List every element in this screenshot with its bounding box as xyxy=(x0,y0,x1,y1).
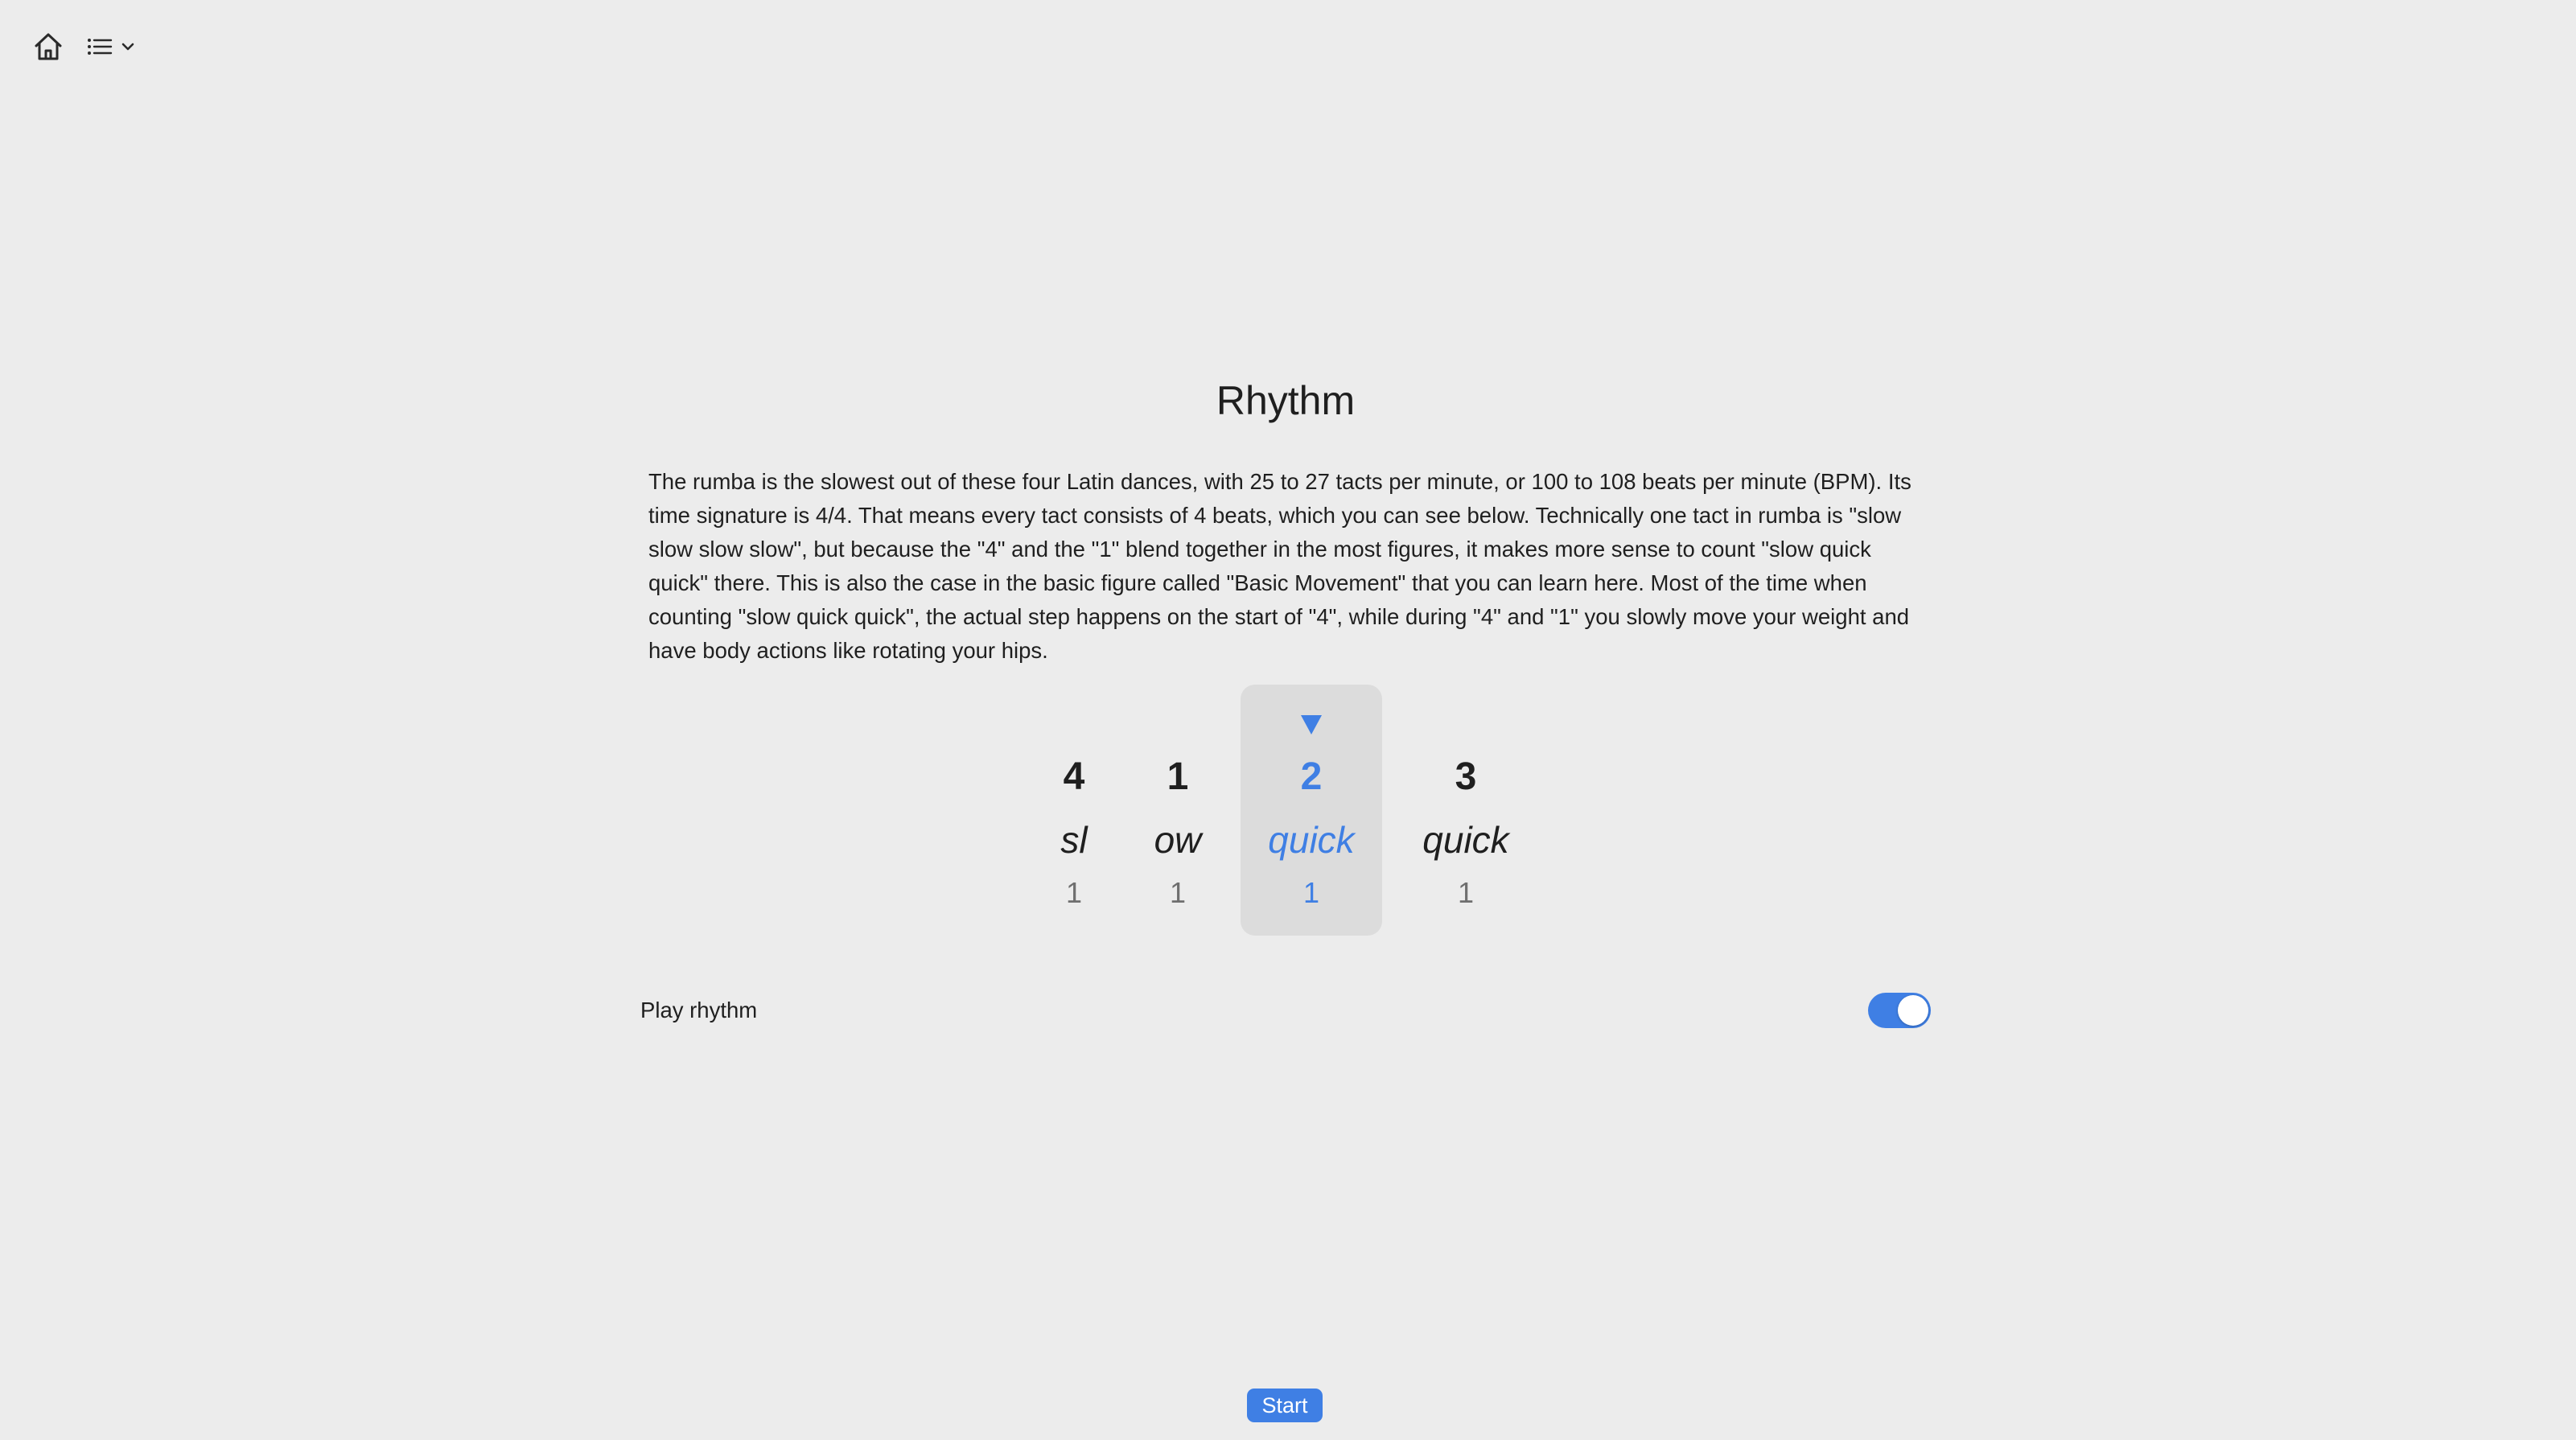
start-button[interactable]: Start xyxy=(1247,1389,1323,1422)
beat-word: quick xyxy=(1422,819,1509,861)
page-title: Rhythm xyxy=(1216,378,1356,423)
chevron-down-icon xyxy=(121,42,135,51)
beat-item-active: 2 quick 1 xyxy=(1241,685,1382,936)
play-rhythm-toggle[interactable] xyxy=(1868,993,1931,1028)
toggle-knob xyxy=(1898,995,1928,1026)
current-beat-marker-icon xyxy=(1241,714,1382,738)
beat-word: sl xyxy=(1060,819,1088,861)
beat-number: 4 xyxy=(1063,755,1085,798)
menu-button[interactable] xyxy=(87,35,135,58)
play-rhythm-label: Play rhythm xyxy=(640,998,758,1022)
beat-word: quick xyxy=(1268,819,1355,861)
list-icon xyxy=(87,35,113,58)
home-button[interactable] xyxy=(32,31,64,63)
beat-number: 1 xyxy=(1167,755,1189,798)
beat-count: 1 xyxy=(1457,876,1475,909)
beat-number: 2 xyxy=(1300,755,1323,798)
toolbar xyxy=(32,27,135,66)
play-rhythm-row: Play rhythm xyxy=(640,989,1931,1031)
main-content: Rhythm The rumba is the slowest out of t… xyxy=(648,370,1923,668)
beat-count: 1 xyxy=(1169,876,1187,909)
beat-word: ow xyxy=(1154,819,1202,861)
beat-display: 4 sl 1 1 ow 1 2 quick 1 3 quick 1 xyxy=(1038,685,1537,936)
beat-item: 4 sl 1 xyxy=(1038,685,1110,936)
beat-item: 3 quick 1 xyxy=(1395,685,1537,936)
beat-count: 1 xyxy=(1302,876,1320,909)
beat-count: 1 xyxy=(1065,876,1083,909)
rhythm-description: The rumba is the slowest out of these fo… xyxy=(648,469,1911,663)
home-icon xyxy=(32,31,64,63)
beat-number: 3 xyxy=(1455,755,1477,798)
beat-item: 1 ow 1 xyxy=(1139,685,1216,936)
